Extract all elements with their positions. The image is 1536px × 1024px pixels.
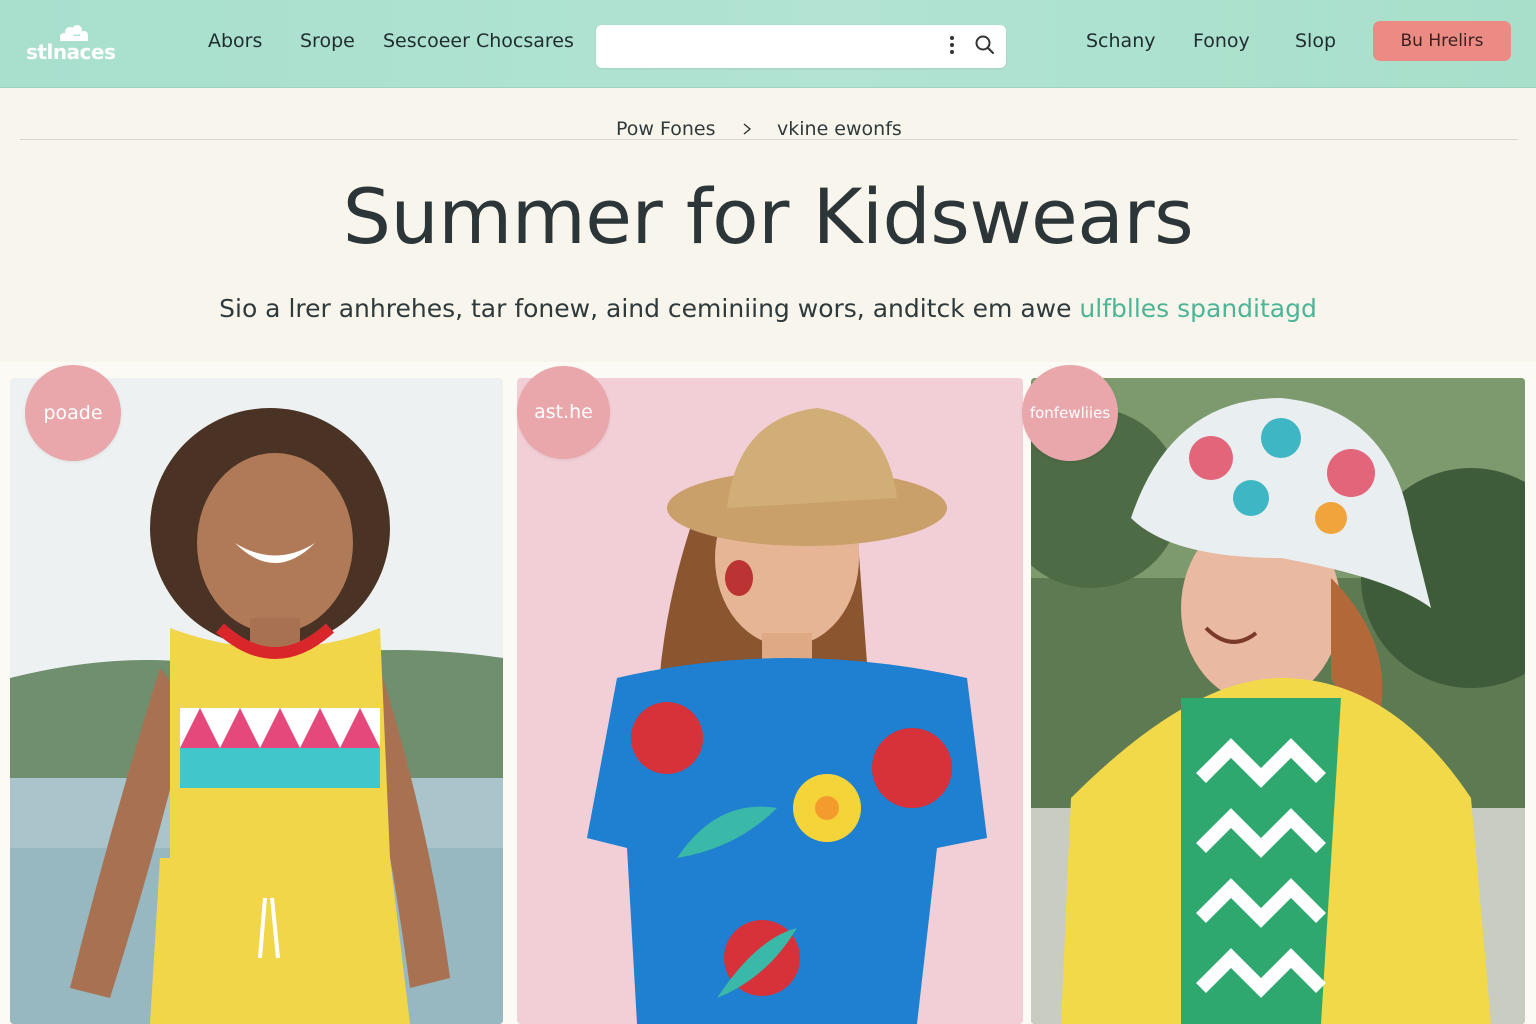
brand-logo[interactable]: stlnaces xyxy=(26,18,122,68)
nav-link-srope[interactable]: Srope xyxy=(300,30,355,52)
nav-link-schany[interactable]: Schany xyxy=(1086,30,1155,52)
hero-subtitle: Sio a lrer anhrehes, tar fonew, aind cem… xyxy=(0,294,1536,323)
breadcrumb-item-current: vkine ewonfs xyxy=(777,118,902,140)
search-icon[interactable] xyxy=(973,33,997,57)
nav-link-sescoeer-chocsares[interactable]: Sescoeer Chocsares xyxy=(383,30,574,52)
card-badge-1[interactable]: poade xyxy=(25,365,121,461)
breadcrumb-divider xyxy=(20,139,1518,140)
brand-name: stlnaces xyxy=(26,40,116,64)
nav-link-slop[interactable]: Slop xyxy=(1295,30,1336,52)
top-nav-bar: stlnaces Abors Srope Sescoeer Chocsares … xyxy=(0,0,1536,88)
logo-mark-icon xyxy=(60,25,88,41)
page-title: Summer for Kidswears xyxy=(342,172,1194,261)
card-badge-3[interactable]: fonfewliies xyxy=(1022,365,1118,461)
kebab-menu-icon[interactable] xyxy=(944,33,960,59)
nav-link-fonoy[interactable]: Fonoy xyxy=(1193,30,1250,52)
hero-subtitle-text: Sio a lrer anhrehes, tar fonew, aind cem… xyxy=(219,294,1072,323)
search-input[interactable] xyxy=(608,34,928,59)
nav-link-abors[interactable]: Abors xyxy=(208,30,262,52)
hero-subtitle-accent[interactable]: ulfblles spanditagd xyxy=(1079,294,1316,323)
product-card-3[interactable] xyxy=(1031,378,1525,1024)
product-card-1[interactable] xyxy=(10,378,503,1024)
product-image-3 xyxy=(1031,378,1525,1024)
product-card-2[interactable] xyxy=(517,378,1023,1024)
product-image-2 xyxy=(517,378,1023,1024)
product-image-1 xyxy=(10,378,503,1024)
caret-right-icon xyxy=(743,123,752,135)
card-badge-2[interactable]: ast.he xyxy=(517,366,610,459)
breadcrumb-item-home[interactable]: Pow Fones xyxy=(616,118,716,140)
cta-button[interactable]: Bu Hrelirs xyxy=(1373,21,1511,61)
